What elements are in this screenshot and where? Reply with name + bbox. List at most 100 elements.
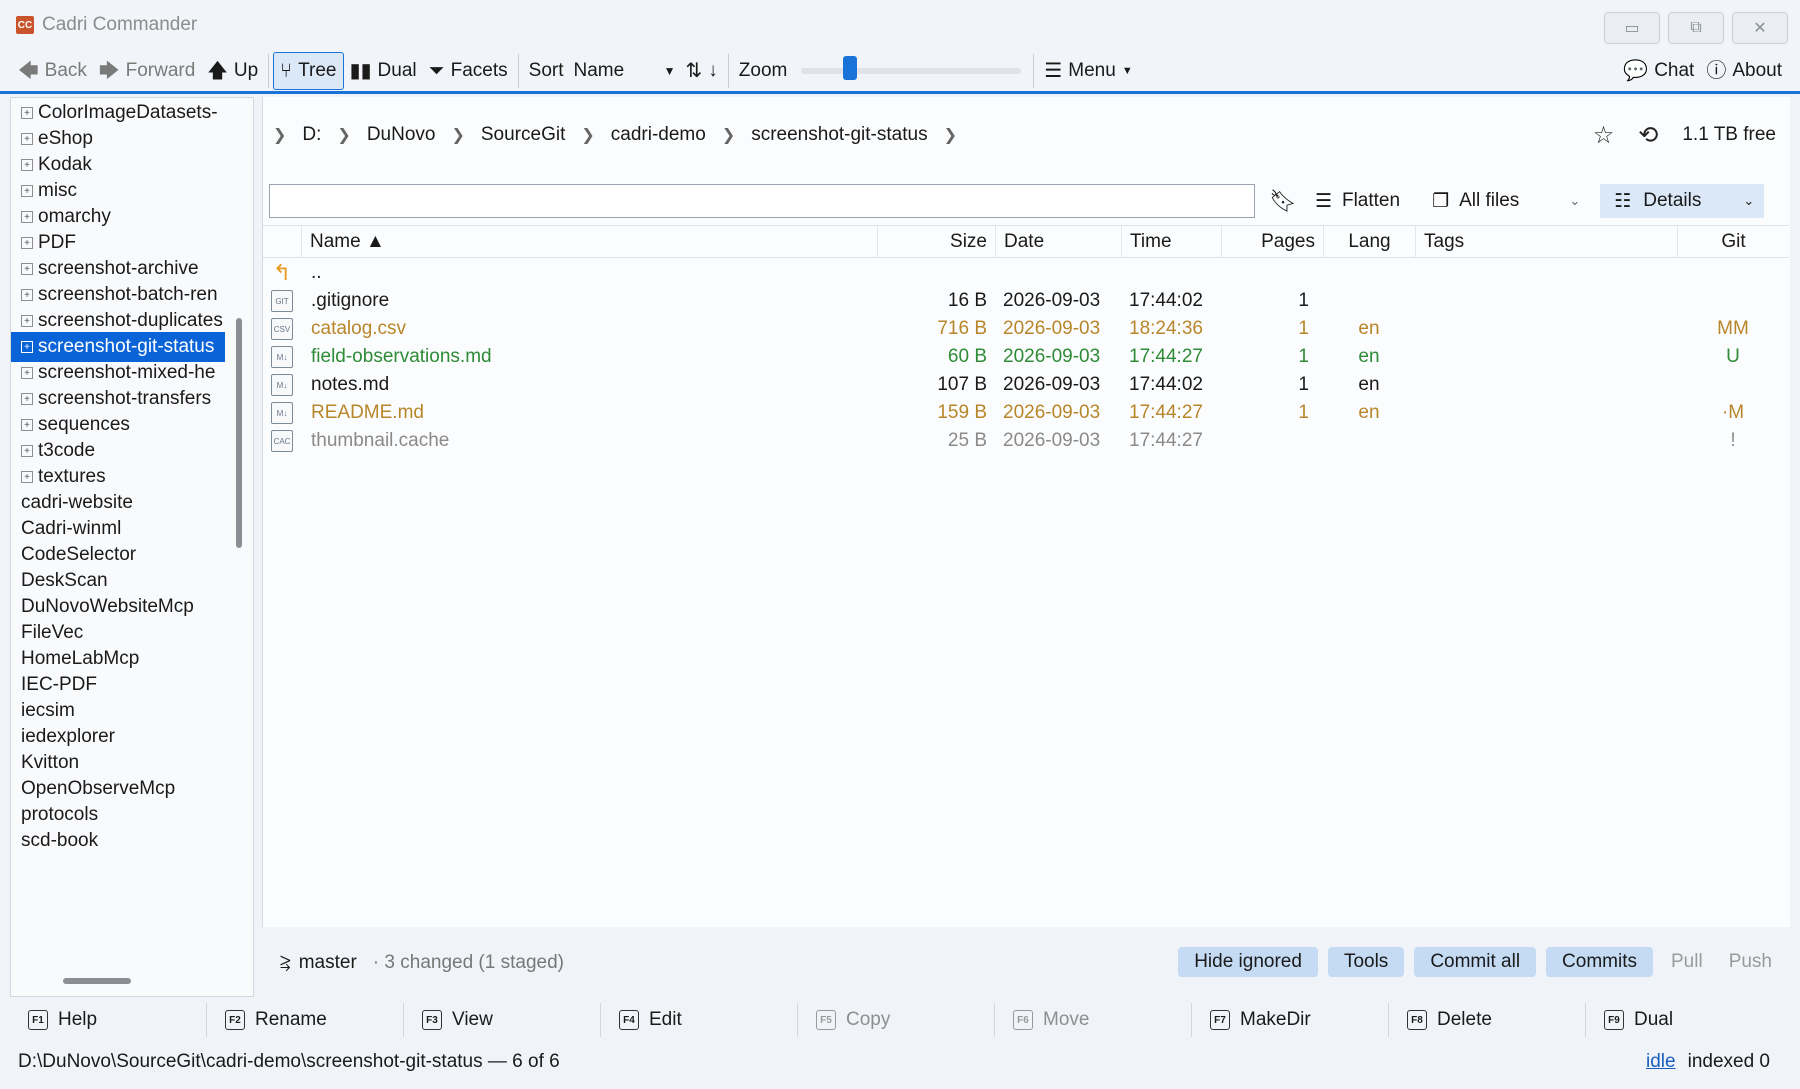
pull-button[interactable]: Pull	[1663, 947, 1711, 977]
folder-tree[interactable]: + ColorImageDatasets- + eShop + Kodak + misc + om…	[10, 97, 254, 997]
star-icon[interactable]: ☆	[1593, 121, 1615, 150]
table-row[interactable]: GIT .gitignore 16 B 2026-09-03 17:44:02 1	[263, 287, 1789, 315]
file-type-select[interactable]: ❐ All files ⌄	[1432, 190, 1580, 213]
file-icon: M↓	[263, 343, 301, 371]
filter-bar: 🔖︎ ☰ Flatten ❐ All files ⌄ ☷ Details ⌄	[269, 181, 1781, 221]
expand-icon[interactable]: +	[21, 211, 33, 223]
expand-icon[interactable]	[11, 653, 15, 665]
table-row[interactable]: M↓ field-observations.md 60 B 2026-09-03 17:…	[263, 343, 1789, 371]
expand-icon[interactable]	[11, 835, 15, 847]
tree-item[interactable]: scd-book	[11, 826, 225, 856]
bookmark-icon[interactable]: 🔖︎	[1269, 188, 1297, 214]
column-date[interactable]: Date	[995, 226, 1121, 258]
fkey-edit-button[interactable]: F4 Edit	[601, 1003, 798, 1037]
expand-icon[interactable]	[11, 523, 15, 535]
expand-icon[interactable]	[11, 679, 15, 691]
expand-icon[interactable]	[11, 783, 15, 795]
expand-icon[interactable]: +	[21, 393, 33, 405]
expand-icon[interactable]: +	[21, 263, 33, 275]
fkey-delete-button[interactable]: F8 Delete	[1389, 1003, 1586, 1037]
fkey-move-button[interactable]: F6 Move	[995, 1003, 1192, 1037]
expand-icon[interactable]	[11, 497, 15, 509]
chevron-right-icon[interactable]: ❯	[944, 125, 957, 145]
expand-icon[interactable]	[11, 705, 15, 717]
expand-icon[interactable]: +	[21, 133, 33, 145]
minimize-button[interactable]: ▭	[1604, 12, 1660, 44]
expand-icon[interactable]: +	[21, 367, 33, 379]
idle-link[interactable]: idle	[1646, 1051, 1676, 1073]
expand-icon[interactable]: +	[21, 237, 33, 249]
column-tags[interactable]: Tags	[1415, 226, 1677, 258]
fkey-help-button[interactable]: F1 Help	[10, 1003, 207, 1037]
up-button[interactable]: 🡅 Up	[201, 52, 264, 90]
dual-toggle-button[interactable]: ▮▮ Dual	[344, 52, 423, 90]
breadcrumb-dunovo[interactable]: DuNovo	[361, 124, 442, 146]
facets-button[interactable]: ⏷ Facets	[423, 52, 514, 90]
cell-size: 716 B	[937, 318, 987, 339]
file-type-value: All files	[1459, 190, 1520, 211]
fkey-view-button[interactable]: F3 View	[404, 1003, 601, 1037]
tree-toggle-button[interactable]: ⑂ Tree	[273, 51, 344, 90]
fkey-rename-button[interactable]: F2 Rename	[207, 1003, 404, 1037]
table-row[interactable]: M↓ README.md 159 B 2026-09-03 17:44:27 1 en ·M	[263, 399, 1789, 427]
chevron-right-icon[interactable]: ❯	[273, 125, 286, 145]
sort-direction-button[interactable]: ⇅ ↓	[680, 52, 724, 90]
history-icon[interactable]: ⟲	[1638, 121, 1658, 150]
parent-directory-row[interactable]: ↰ ..	[263, 259, 1789, 287]
table-row[interactable]: M↓ notes.md 107 B 2026-09-03 17:44:02 1 en	[263, 371, 1789, 399]
breadcrumb-drive[interactable]: D:	[296, 124, 327, 146]
close-button[interactable]: ✕	[1732, 12, 1788, 44]
breadcrumb-sourcegit[interactable]: SourceGit	[475, 124, 571, 146]
fkey-dual-button[interactable]: F9 Dual	[1586, 1003, 1783, 1037]
view-mode-select[interactable]: ☷ Details ⌄	[1600, 184, 1765, 218]
forward-button[interactable]: 🡆 Forward	[93, 52, 201, 90]
back-button[interactable]: 🡄 Back	[12, 52, 93, 90]
zoom-slider-thumb[interactable]	[842, 55, 857, 80]
expand-icon[interactable]	[11, 757, 15, 769]
breadcrumb-current[interactable]: screenshot-git-status	[745, 124, 933, 146]
about-button[interactable]: ⓘ About	[1700, 52, 1788, 90]
expand-icon[interactable]: +	[21, 107, 33, 119]
push-button[interactable]: Push	[1721, 947, 1780, 977]
hide-ignored-button[interactable]: Hide ignored	[1178, 947, 1318, 977]
expand-icon[interactable]: +	[21, 471, 33, 483]
expand-icon[interactable]	[11, 575, 15, 587]
expand-icon[interactable]: +	[21, 445, 33, 457]
expand-icon[interactable]: +	[21, 419, 33, 431]
expand-icon[interactable]	[11, 809, 15, 821]
column-lang[interactable]: Lang	[1323, 226, 1415, 258]
maximize-button[interactable]: ⧉	[1668, 12, 1724, 44]
column-name[interactable]: Name ▲	[301, 226, 877, 258]
tree-vertical-scrollbar[interactable]	[236, 318, 242, 548]
commit-all-button[interactable]: Commit all	[1414, 947, 1537, 977]
tree-horizontal-scrollbar[interactable]	[63, 978, 131, 984]
table-row[interactable]: CAC thumbnail.cache 25 B 2026-09-03 17:44:27…	[263, 427, 1789, 455]
expand-icon[interactable]	[11, 601, 15, 613]
tools-button[interactable]: Tools	[1327, 947, 1405, 977]
zoom-slider[interactable]	[801, 55, 1022, 80]
fkey-makedir-button[interactable]: F7 MakeDir	[1192, 1003, 1389, 1037]
chat-button[interactable]: 💬 Chat	[1617, 52, 1700, 90]
expand-icon[interactable]	[11, 627, 15, 639]
menu-button[interactable]: ☰ Menu ▼	[1038, 52, 1138, 90]
expand-icon[interactable]: +	[21, 289, 33, 301]
branch-indicator[interactable]: ⥸ master	[280, 952, 357, 974]
fkey-copy-button[interactable]: F5 Copy	[798, 1003, 995, 1037]
column-time[interactable]: Time	[1121, 226, 1221, 258]
breadcrumb-cadri-demo[interactable]: cadri-demo	[605, 124, 712, 146]
expand-icon[interactable]	[11, 549, 15, 561]
tree-item-label: FileVec	[21, 622, 84, 643]
column-size[interactable]: Size	[877, 226, 995, 258]
expand-icon[interactable]: +	[21, 185, 33, 197]
expand-icon[interactable]	[11, 731, 15, 743]
table-row[interactable]: CSV catalog.csv 716 B 2026-09-03 18:24:36 1 en…	[263, 315, 1789, 343]
flatten-button[interactable]: ☰ Flatten	[1315, 190, 1400, 213]
commits-button[interactable]: Commits	[1546, 947, 1653, 977]
expand-icon[interactable]: +	[21, 159, 33, 171]
expand-icon[interactable]: +	[21, 341, 33, 353]
filter-input[interactable]	[269, 184, 1255, 218]
column-pages[interactable]: Pages	[1221, 226, 1323, 258]
expand-icon[interactable]: +	[21, 315, 33, 327]
sort-select[interactable]: Name ▼	[570, 55, 680, 87]
column-git[interactable]: Git	[1677, 226, 1789, 258]
